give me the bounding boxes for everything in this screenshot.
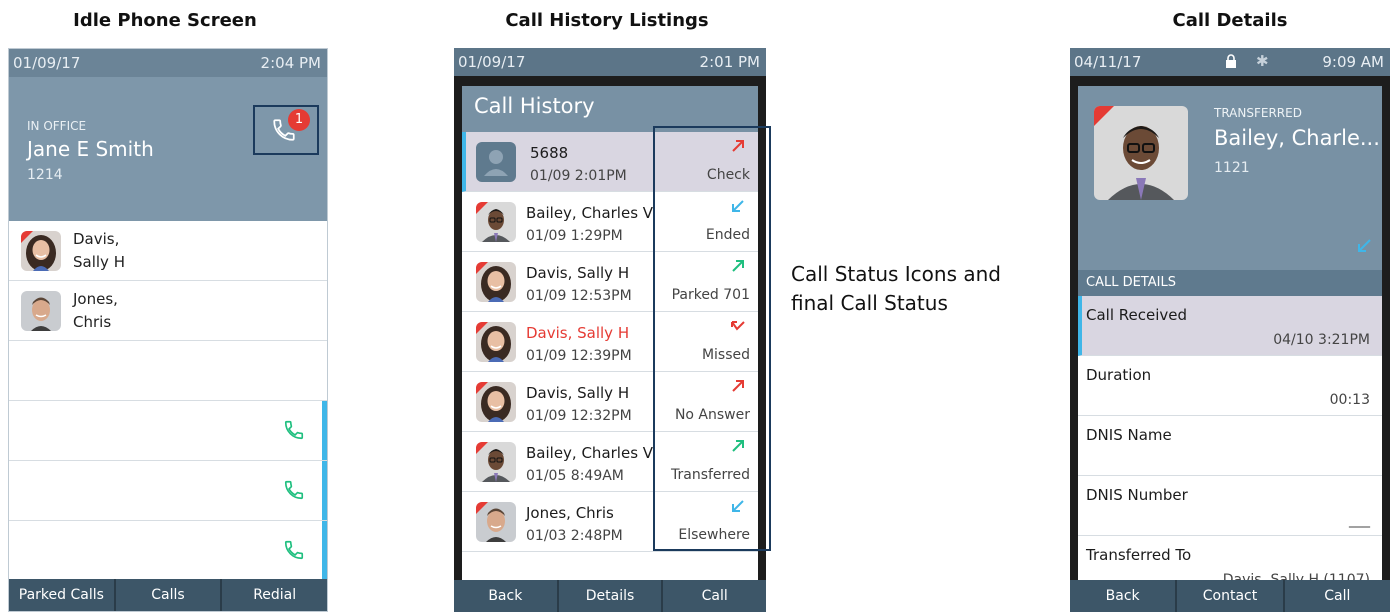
idle-phone-screen: 01/09/17 2:04 PM IN OFFICE Jane E Smith …: [8, 48, 328, 612]
contact-name-line1: Jones,: [73, 290, 118, 308]
caller-card: TRANSFERRED Bailey, Charle... 1121: [1078, 86, 1382, 270]
speed-dial-davis[interactable]: Davis, Sally H: [9, 221, 327, 281]
caller-name: Bailey, Charle...: [1214, 126, 1380, 150]
user-extension: 1214: [27, 167, 63, 183]
phone-icon: [284, 540, 304, 560]
status-time: 9:09 AM: [1322, 53, 1384, 71]
detail-row[interactable]: Call Received 04/10 3:21PM: [1078, 296, 1382, 356]
phone-icon: [284, 420, 304, 440]
man-glasses-avatar: [1094, 106, 1188, 200]
detail-value: Davis, Sally H (1107): [1222, 572, 1370, 580]
parked-calls-button[interactable]: Parked Calls: [9, 579, 116, 611]
history-caller-name: Jones, Chris: [526, 504, 614, 522]
history-caller-name: Davis, Sally H: [526, 324, 630, 342]
man-glasses-avatar: [476, 442, 516, 482]
contact-name-line2: Chris: [73, 313, 112, 331]
detail-label: Call Received: [1086, 306, 1188, 324]
history-caller-name: Bailey, Charles V: [526, 204, 654, 222]
lock-icon: [1226, 54, 1236, 68]
status-bar: 04/11/17 ✱ 9:09 AM: [1070, 48, 1390, 76]
history-datetime: 01/05 8:49AM: [526, 468, 624, 484]
man-glasses-avatar: [476, 202, 516, 242]
call-details-title: Call Details: [1172, 10, 1288, 31]
line-accent: [322, 521, 327, 580]
detail-value: ___: [1349, 512, 1370, 528]
call-details-body[interactable]: CALL DETAILS Call Received 04/10 3:21PM Du…: [1078, 270, 1382, 580]
history-datetime: 01/09 12:32PM: [526, 408, 632, 424]
history-row-partial[interactable]: [462, 552, 758, 580]
history-caller-name: 5688: [530, 144, 569, 162]
detail-row[interactable]: Transferred To Davis, Sally H (1107): [1078, 536, 1382, 580]
caller-extension: 1121: [1214, 160, 1250, 176]
line-key-1[interactable]: [9, 401, 327, 461]
detail-value: 04/10 3:21PM: [1273, 332, 1370, 348]
status-bar: 01/09/17 2:04 PM: [9, 49, 327, 77]
contact-button[interactable]: Contact: [1177, 580, 1285, 612]
call-status-annotation: Call Status Icons and final Call Status: [791, 262, 1001, 315]
status-bar: 01/09/17 2:01 PM: [454, 48, 766, 76]
detail-row[interactable]: Duration 00:13: [1078, 356, 1382, 416]
history-caller-name: Davis, Sally H: [526, 384, 630, 402]
redial-button[interactable]: Redial: [222, 579, 327, 611]
history-datetime: 01/09 2:01PM: [530, 168, 627, 184]
history-caller-name: Bailey, Charles V: [526, 444, 654, 462]
status-date: 04/11/17: [1074, 53, 1142, 71]
call-state: TRANSFERRED: [1214, 106, 1302, 120]
detail-label: DNIS Name: [1086, 426, 1172, 444]
call-details-screen: 04/11/17 ✱ 9:09 AM TRANSFERRED Bailey, C…: [1070, 48, 1390, 612]
user-name: Jane E Smith: [27, 137, 154, 161]
woman-avatar: [476, 322, 516, 362]
incoming-call-icon: [1358, 239, 1371, 252]
softkey-bar: Parked Calls Calls Redial: [9, 579, 327, 611]
softkey-bar: Back Details Call: [454, 580, 766, 612]
woman-avatar: [476, 262, 516, 302]
man-avatar: [21, 291, 61, 331]
call-button[interactable]: Call: [663, 580, 766, 612]
contact-name-line2: Sally H: [73, 253, 125, 271]
details-button[interactable]: Details: [559, 580, 664, 612]
back-button[interactable]: Back: [1070, 580, 1178, 612]
detail-row[interactable]: DNIS Name: [1078, 416, 1382, 476]
history-datetime: 01/03 2:48PM: [526, 528, 623, 544]
status-time: 2:04 PM: [260, 54, 321, 72]
status-date: 01/09/17: [458, 53, 526, 71]
call-button[interactable]: Call: [1285, 580, 1390, 612]
idle-screen-title: Idle Phone Screen: [73, 10, 257, 31]
speed-dial-jones[interactable]: Jones, Chris: [9, 281, 327, 341]
bluetooth-icon: ✱: [1256, 52, 1269, 70]
line-accent: [322, 461, 327, 520]
call-history-heading: Call History: [474, 94, 595, 118]
notification-badge: 1: [288, 109, 310, 131]
detail-label: Transferred To: [1086, 546, 1192, 564]
status-time: 2:01 PM: [699, 53, 760, 71]
history-caller-name: Davis, Sally H: [526, 264, 630, 282]
line-accent: [322, 401, 327, 460]
woman-avatar: [476, 382, 516, 422]
detail-label: Duration: [1086, 366, 1152, 384]
generic-avatar: [476, 142, 516, 182]
line-key-3[interactable]: [9, 521, 327, 581]
call-history-title: Call History Listings: [505, 10, 709, 31]
phone-icon: [284, 480, 304, 500]
contact-name-line1: Davis,: [73, 230, 120, 248]
calls-button[interactable]: Calls: [116, 579, 223, 611]
detail-label: DNIS Number: [1086, 486, 1188, 504]
history-datetime: 01/09 12:39PM: [526, 348, 632, 364]
back-button[interactable]: Back: [454, 580, 559, 612]
missed-call-notification[interactable]: 1: [253, 105, 319, 155]
history-datetime: 01/09 12:53PM: [526, 288, 632, 304]
softkey-bar: Back Contact Call: [1070, 580, 1390, 612]
detail-row[interactable]: DNIS Number ___: [1078, 476, 1382, 536]
line-key-2[interactable]: [9, 461, 327, 521]
call-details-section-header: CALL DETAILS: [1078, 270, 1382, 296]
empty-line-key[interactable]: [9, 341, 327, 401]
man-avatar: [476, 502, 516, 542]
woman-avatar: [21, 231, 61, 271]
presence-status: IN OFFICE: [27, 119, 87, 133]
call-status-highlight: [653, 126, 771, 551]
history-datetime: 01/09 1:29PM: [526, 228, 623, 244]
status-date: 01/09/17: [13, 54, 81, 72]
detail-value: 00:13: [1329, 392, 1370, 408]
